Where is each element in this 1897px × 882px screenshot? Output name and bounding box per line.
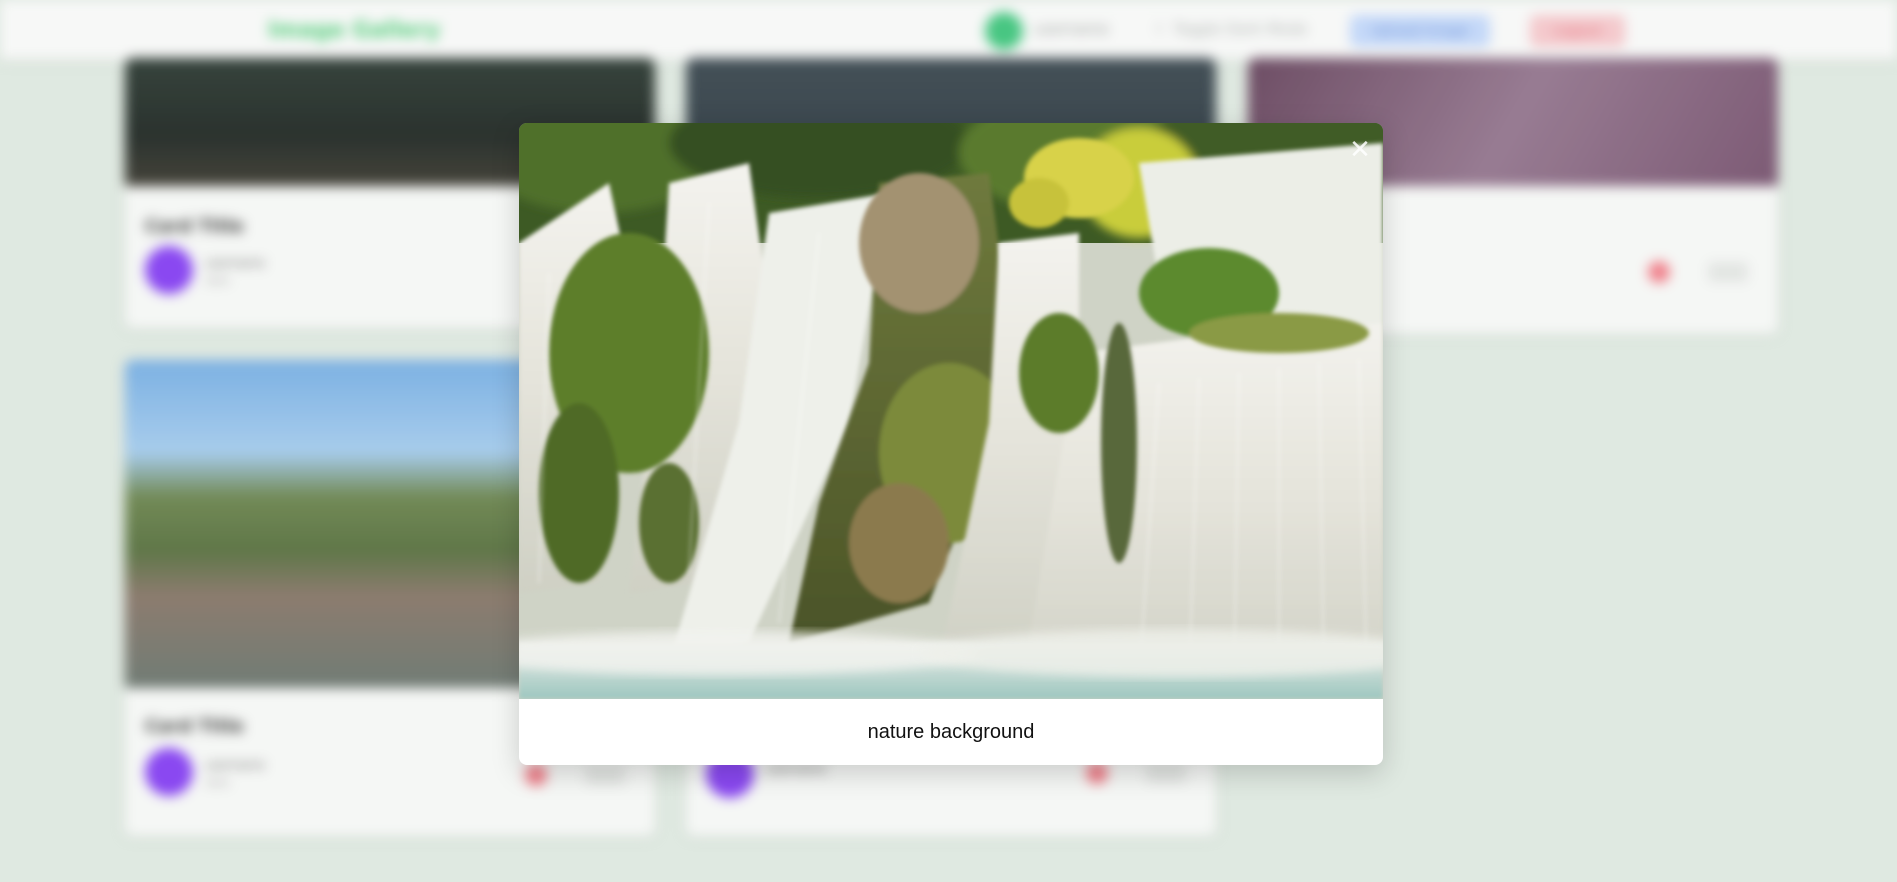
waterfall-image — [519, 123, 1383, 699]
image-preview-modal: ✕ nature background — [519, 123, 1383, 765]
close-icon[interactable]: ✕ — [1345, 135, 1375, 165]
image-caption: nature background — [867, 721, 1035, 743]
